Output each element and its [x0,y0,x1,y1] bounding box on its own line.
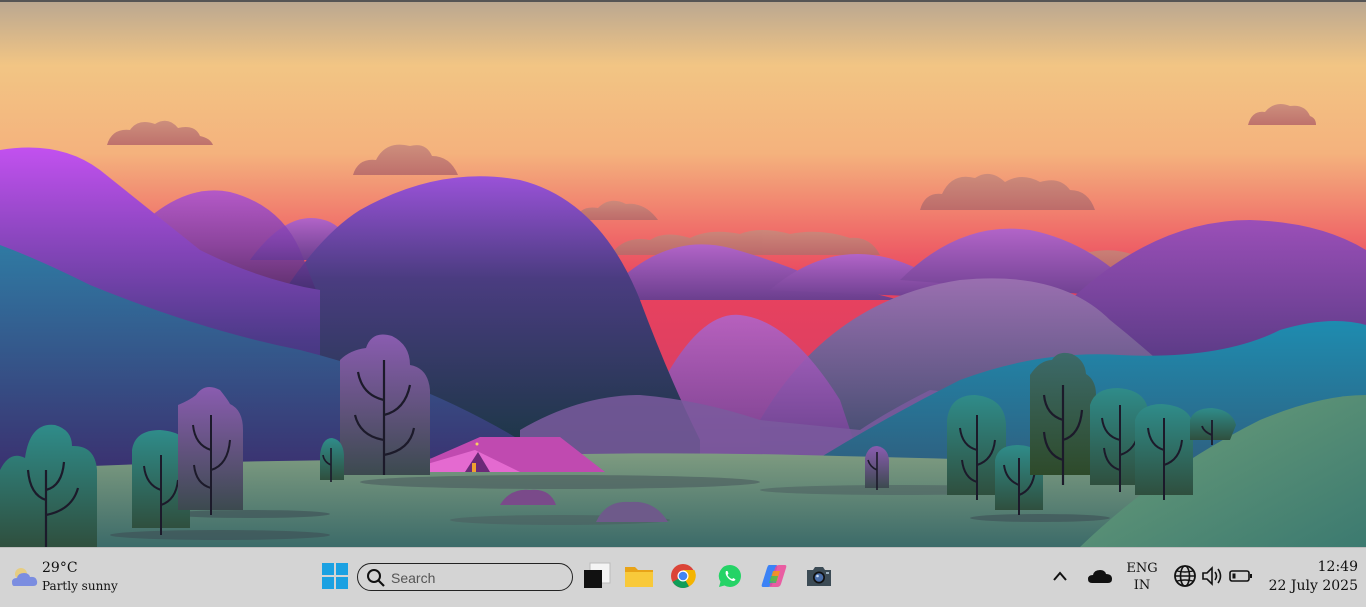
desktop-wallpaper [0,0,1366,547]
clock-date: 22 July 2025 [1268,578,1358,594]
whatsapp-icon[interactable] [713,559,747,593]
battery-icon[interactable] [1226,559,1256,593]
task-view-icon[interactable] [580,559,614,593]
clock-time: 12:49 [1317,559,1358,575]
copilot-icon[interactable] [757,559,791,593]
partly-cloudy-icon [10,564,40,590]
system-clock[interactable]: 12:49 22 July 2025 [1269,558,1358,596]
camera-icon[interactable] [802,559,836,593]
taskbar: 29°C Partly sunny Search ENG IN 12:49 22… [0,547,1366,607]
folder-icon[interactable] [622,559,656,593]
search-icon [366,568,386,588]
cloud-icon[interactable] [1084,559,1116,593]
windows-start-icon[interactable] [318,559,352,593]
search-placeholder: Search [391,570,436,586]
chevron-up-icon[interactable] [1044,559,1076,593]
language-indicator[interactable]: ENG IN [1124,560,1160,594]
weather-widget[interactable]: 29°C Partly sunny [10,558,130,598]
weather-temperature: 29°C [42,560,78,576]
search-box[interactable]: Search [357,563,573,591]
globe-icon[interactable] [1170,559,1200,593]
speaker-icon[interactable] [1198,559,1228,593]
weather-condition: Partly sunny [42,579,118,593]
language-region: IN [1133,578,1151,593]
wallpaper-illustration [0,0,1366,547]
language-code: ENG [1126,561,1158,576]
chrome-icon[interactable] [666,559,700,593]
